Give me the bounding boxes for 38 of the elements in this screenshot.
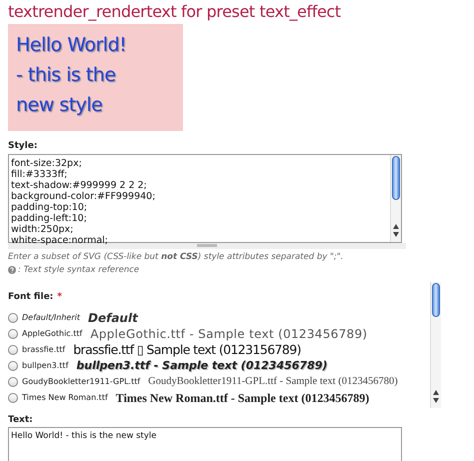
up-arrow-icon[interactable] [393,224,399,229]
sample-text: AppleGothic.ttf - Sample text (0123456789) [90,326,368,343]
scrollbar[interactable] [430,282,441,408]
down-arrow-icon[interactable] [433,398,439,403]
text-label: Text: [8,414,34,426]
radio-button[interactable] [8,393,18,403]
text-field[interactable]: Hello World! - this is the new style [8,427,402,461]
up-arrow-icon[interactable] [433,390,439,395]
font-file-label: Font file: [8,290,54,304]
scrollbar[interactable] [390,154,401,242]
font-file-name[interactable]: AppleGothic.ttf [22,328,82,340]
font-file-name[interactable]: bullpen3.ttf [22,360,68,372]
sample-text: Times New Roman.ttf - Sample text (0123456789) [116,390,370,407]
style-field[interactable]: font-size:32px; fill:#3333ff; text-shadow:#999999 2 2 2; background-color:#FF999940; padding-top:10; padding-left:10; width:250px; white-space:normal; [8,154,402,242]
font-file-name[interactable]: Default/Inherit [22,312,80,324]
help-text: Enter a subset of SVG (CSS-like but not CSS) style attributes separated by ";". [8,250,344,264]
sample-text: GoudyBookletter1911-GPL.ttf - Sample text (0123456780) [148,375,398,390]
page-title: textrender_rendertext for preset text_effect [8,2,342,22]
required-mark: * [57,290,62,304]
font-file-name[interactable]: brassfie.ttf [22,344,66,356]
radio-button[interactable] [8,345,18,355]
resize-handle[interactable] [197,244,217,247]
sample-text: bullpen3.ttf - Sample text (0123456789) [76,358,328,374]
radio-button[interactable] [8,329,18,339]
scrollbar-thumb[interactable] [392,156,400,200]
sample-text: Default [88,310,138,327]
scrollbar-thumb[interactable] [432,282,440,316]
font-file-name[interactable]: Times New Roman.ttf [22,392,108,404]
sample-text: brassfie.ttf ▯ Sample text (0123156789) [73,340,301,359]
down-arrow-icon[interactable] [393,232,399,237]
radio-button[interactable] [8,361,18,371]
preview-image: Hello World! - this is the new style [8,24,183,131]
radio-button[interactable] [8,313,18,323]
font-file-name[interactable]: GoudyBookletter1911-GPL.ttf [22,376,140,388]
style-label: Style: [8,140,38,153]
reference-link[interactable]: : Text style syntax reference [18,264,140,276]
help-icon [8,266,16,274]
radio-button[interactable] [8,377,18,387]
